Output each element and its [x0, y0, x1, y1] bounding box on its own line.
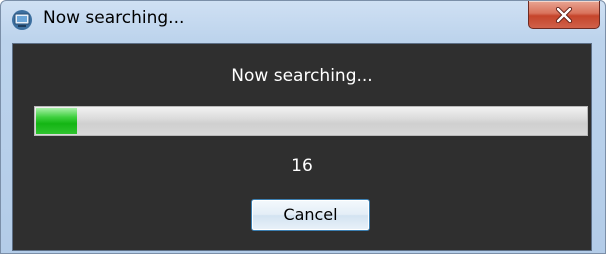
- dialog-content: Now searching... 16 Cancel: [12, 43, 592, 251]
- cancel-button[interactable]: Cancel: [251, 199, 370, 231]
- close-button[interactable]: [528, 1, 600, 29]
- app-icon: [11, 9, 33, 31]
- title-bar[interactable]: Now searching...: [1, 1, 605, 39]
- window-title: Now searching...: [43, 8, 185, 28]
- result-count: 16: [291, 156, 313, 176]
- status-message: Now searching...: [231, 66, 373, 86]
- progress-bar: [34, 106, 588, 136]
- close-x-icon: [555, 7, 573, 23]
- progress-fill: [36, 108, 77, 134]
- dialog-window: Now searching... Now searching... 16 Can…: [0, 0, 606, 254]
